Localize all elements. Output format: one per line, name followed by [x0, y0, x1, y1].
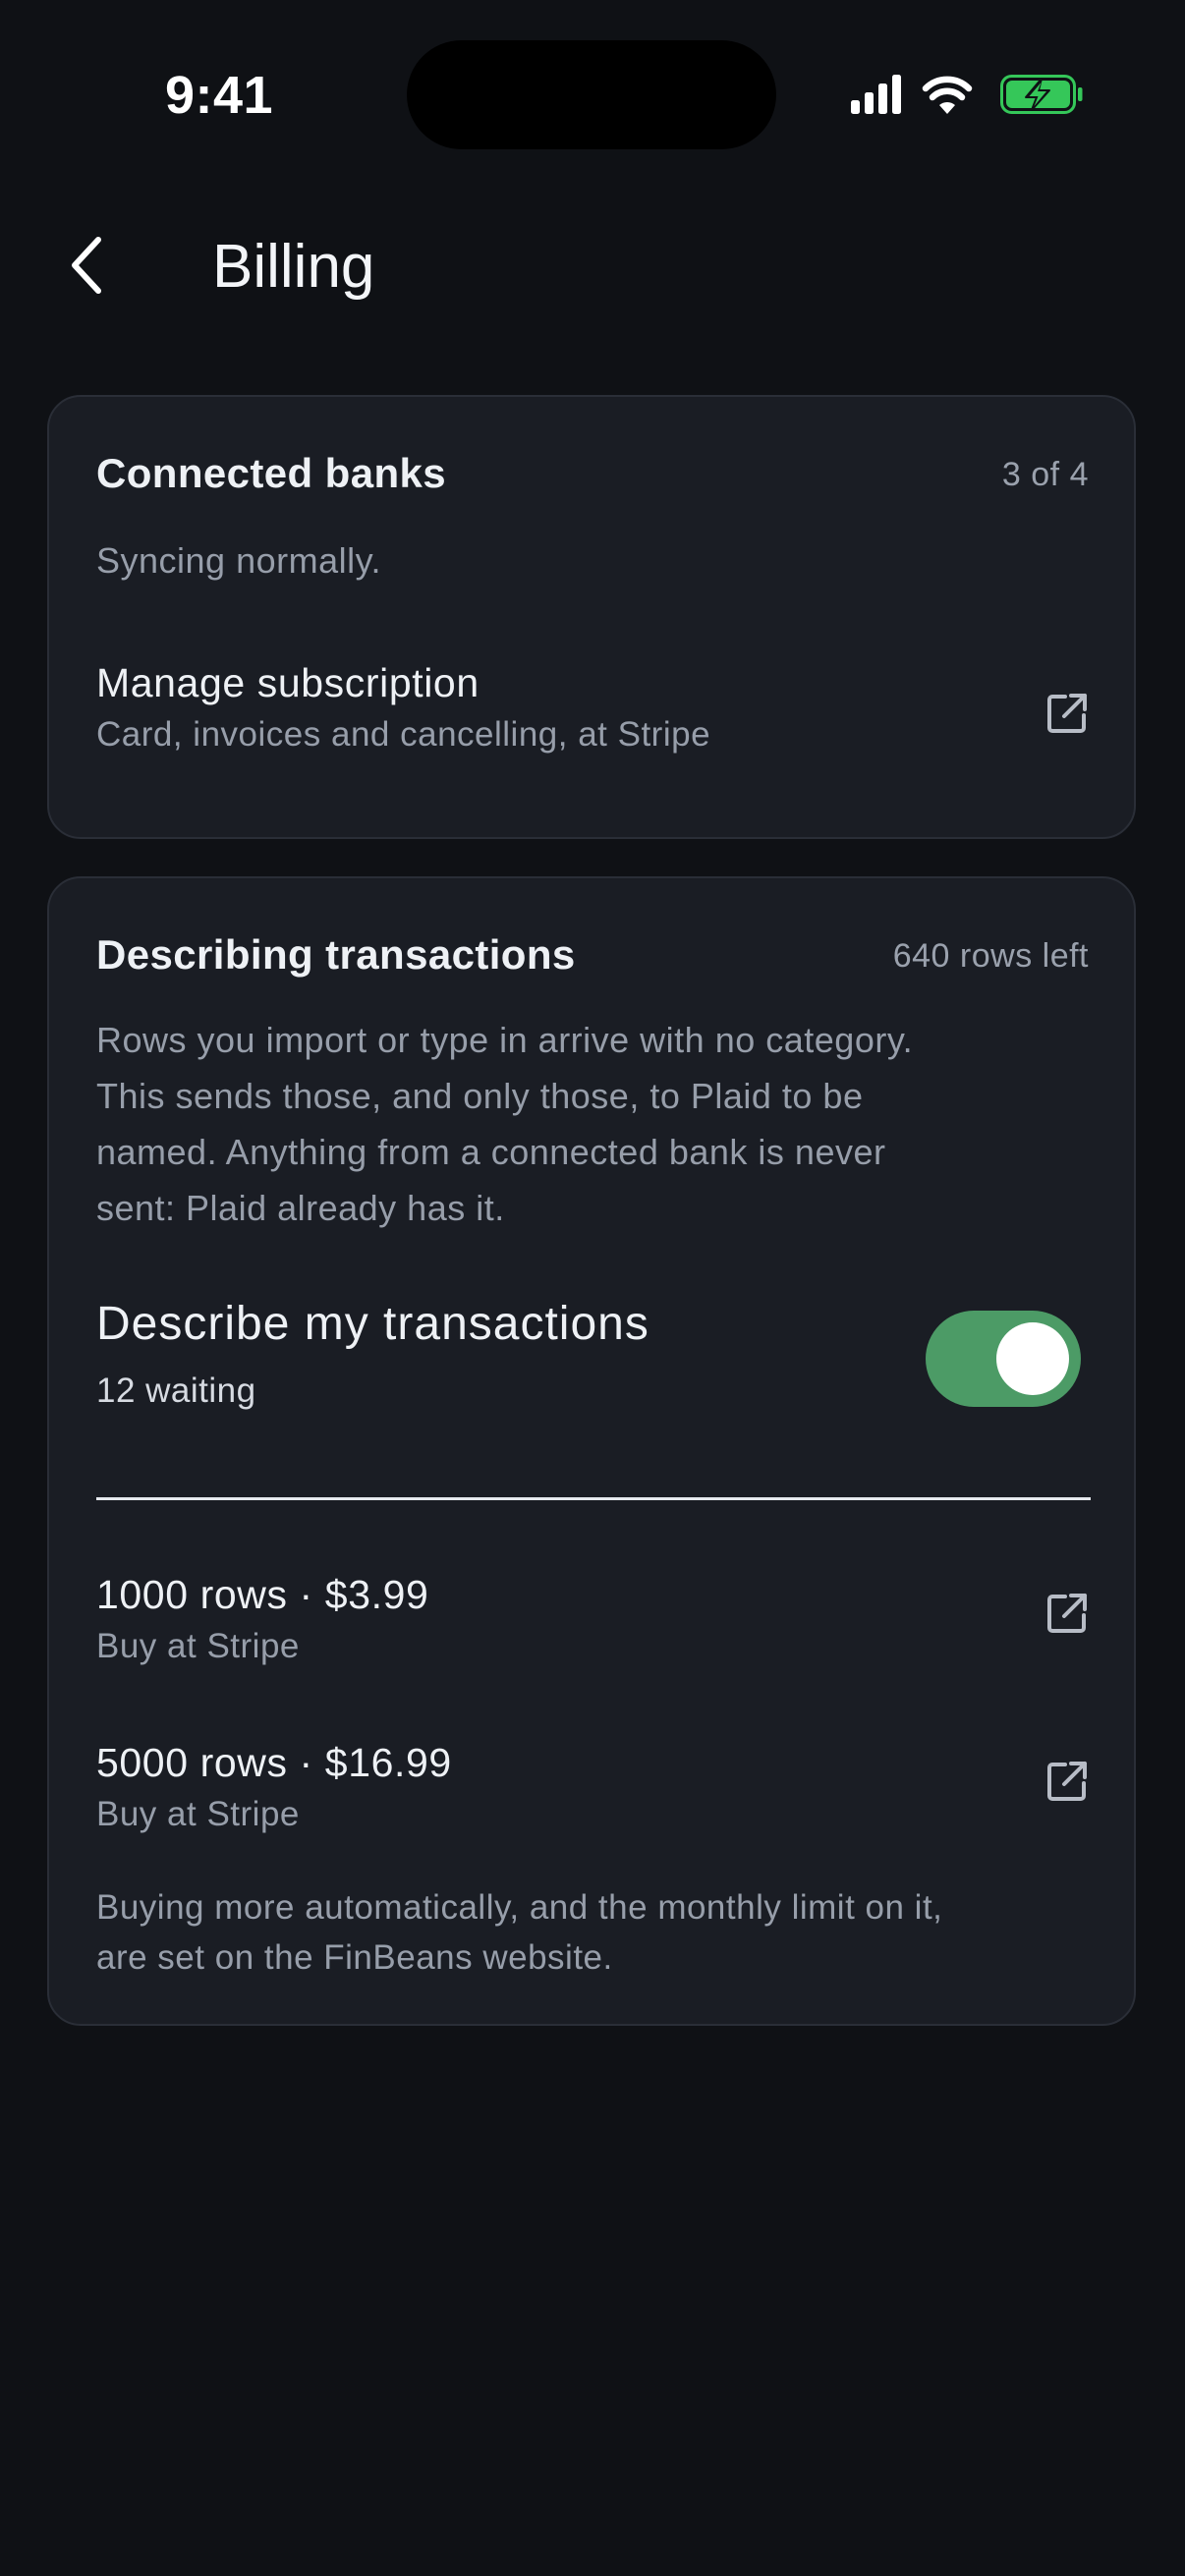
pack-subtitle: Buy at Stripe — [96, 1795, 300, 1833]
pack-title: 1000 rows · $3.99 — [96, 1572, 429, 1617]
external-link-icon — [1047, 1762, 1087, 1801]
battery-charging-icon — [1000, 75, 1083, 114]
status-icons — [851, 75, 1083, 114]
page-title: Billing — [212, 233, 375, 301]
sync-status: Syncing normally. — [96, 540, 381, 581]
footnote-line: are set on the FinBeans website. — [96, 1938, 613, 1977]
buy-5000-rows-link[interactable]: 5000 rows · $16.99 Buy at Stripe — [49, 1740, 1134, 1838]
describe-transactions-toggle[interactable] — [926, 1311, 1081, 1407]
buy-1000-rows-link[interactable]: 1000 rows · $3.99 Buy at Stripe — [49, 1572, 1134, 1670]
connected-banks-title: Connected banks — [96, 450, 447, 496]
chevron-left-icon — [72, 237, 101, 294]
rows-left: 640 rows left — [892, 937, 1089, 975]
pack-subtitle: Buy at Stripe — [96, 1627, 300, 1665]
connected-banks-count: 3 of 4 — [1001, 456, 1089, 493]
connected-banks-card: Connected banks 3 of 4 Syncing normally.… — [47, 395, 1136, 839]
auto-buy-footnote: Buying more automatically, and the month… — [96, 1882, 1099, 1983]
describing-transactions-card: Describing transactions 640 rows left Ro… — [47, 876, 1136, 2026]
header: Billing — [0, 196, 1185, 334]
external-link-icon — [1047, 694, 1087, 733]
description-line: sent: Plaid already has it. — [96, 1188, 505, 1228]
describing-description: Rows you import or type in arrive with n… — [96, 1012, 913, 1236]
wifi-icon — [922, 76, 973, 114]
describe-toggle-label: Describe my transactions — [96, 1298, 649, 1350]
manage-subscription-title: Manage subscription — [96, 660, 480, 705]
pack-title: 5000 rows · $16.99 — [96, 1740, 452, 1785]
manage-subscription-link[interactable]: Manage subscription Card, invoices and c… — [49, 660, 1134, 758]
manage-subscription-subtitle: Card, invoices and cancelling, at Stripe — [96, 715, 711, 754]
status-time: 9:41 — [165, 66, 274, 125]
toggle-knob — [996, 1322, 1069, 1395]
status-bar: 9:41 — [0, 0, 1185, 187]
footnote-line: Buying more automatically, and the month… — [96, 1888, 943, 1927]
description-line: named. Anything from a connected bank is… — [96, 1132, 886, 1172]
describing-title: Describing transactions — [96, 931, 576, 978]
description-line: This sends those, and only those, to Pla… — [96, 1076, 864, 1116]
dynamic-island — [407, 40, 776, 149]
description-line: Rows you import or type in arrive with n… — [96, 1020, 914, 1060]
back-button[interactable] — [47, 222, 126, 308]
signal-icon — [851, 75, 901, 114]
describe-waiting-count: 12 waiting — [96, 1372, 256, 1410]
divider — [96, 1497, 1091, 1500]
external-link-icon — [1047, 1594, 1087, 1633]
